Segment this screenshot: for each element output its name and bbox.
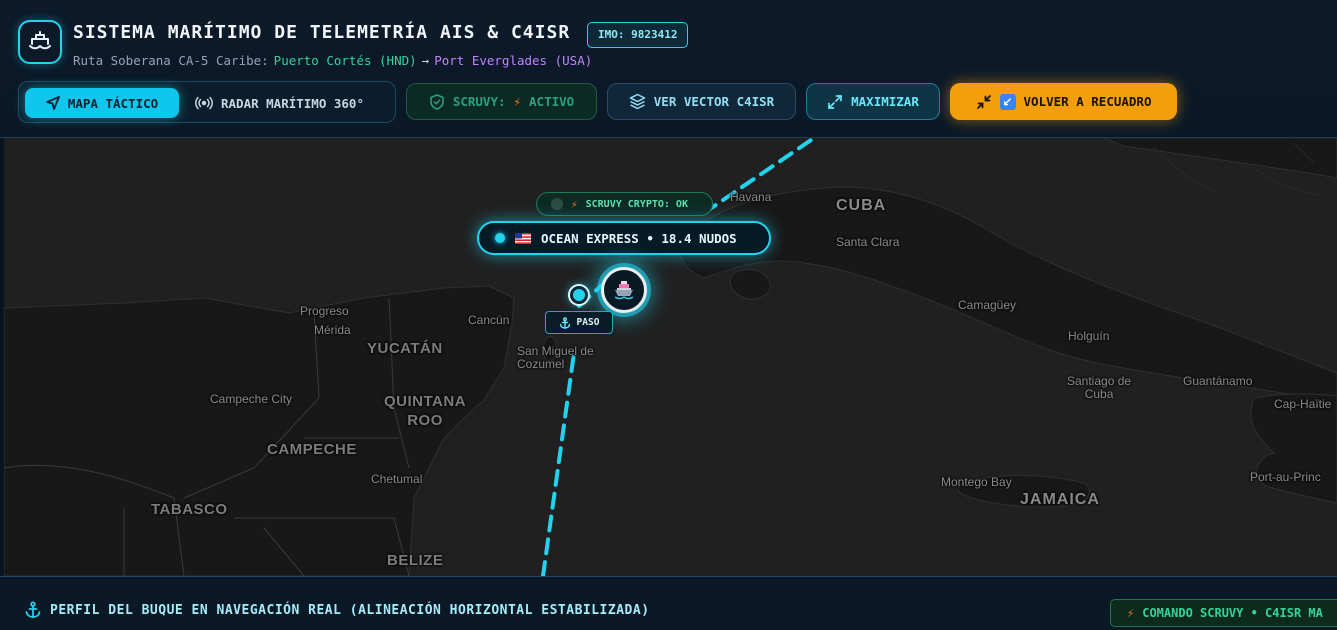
radar-signal-icon <box>195 96 213 110</box>
map-label-guantanamo: Guantánamo <box>1183 374 1253 388</box>
waypoint-tag: PASO <box>545 311 613 334</box>
map-label-chetumal: Chetumal <box>371 472 423 486</box>
map-label-havana: Havana <box>730 190 772 204</box>
command-badge: ⚡ COMANDO SCRUVY • C4ISR MA <box>1110 599 1337 627</box>
view-tabs: MAPA TÁCTICO RADAR MARÍTIMO 360° <box>18 81 396 123</box>
recenter-label: VOLVER A RECUADRO <box>1023 94 1152 109</box>
bolt-icon: ⚡ <box>1127 606 1135 620</box>
map-label-san-miguel: San Miguel de Cozumel <box>517 344 594 371</box>
route-destination: Port Everglades (USA) <box>434 53 593 68</box>
route-info: Ruta Soberana CA-5 Caribe: Puerto Cortés… <box>73 53 592 68</box>
layers-icon <box>629 93 646 110</box>
bolt-icon: ⚡ <box>571 197 578 211</box>
recenter-button[interactable]: ↙ VOLVER A RECUADRO <box>950 83 1177 120</box>
map-label-jamaica: JAMAICA <box>1020 491 1100 508</box>
anchor-icon <box>25 601 41 618</box>
view-vector-label: VER VECTOR C4ISR <box>653 94 775 109</box>
map-label-santiago: Santiago de Cuba <box>1067 374 1132 401</box>
waypoint-marker[interactable] <box>570 286 588 304</box>
maximize-label: MAXIMIZAR <box>851 94 919 109</box>
route-origin: Puerto Cortés (HND) <box>273 53 417 68</box>
vessel-info-pill[interactable]: OCEAN EXPRESS • 18.4 NUDOS <box>477 221 771 255</box>
tab-map-tactico[interactable]: MAPA TÁCTICO <box>25 88 179 118</box>
vessel-profile-title-text: PERFIL DEL BUQUE EN NAVEGACIÓN REAL (ALI… <box>50 602 650 618</box>
map-label-holguin: Holguín <box>1068 329 1110 343</box>
collapse-icon <box>976 94 991 109</box>
map-label-belize: BELIZE <box>387 552 444 569</box>
view-vector-button[interactable]: VER VECTOR C4ISR <box>607 83 796 120</box>
scruvy-status-button[interactable]: SCRUVY: ⚡ ACTIVO <box>406 83 597 120</box>
map-label-campeche: CAMPECHE <box>267 441 357 458</box>
vessel-profile-title: PERFIL DEL BUQUE EN NAVEGACIÓN REAL (ALI… <box>24 601 650 619</box>
status-dot <box>551 198 563 210</box>
map-label-campeche-city: Campeche City <box>210 392 293 406</box>
tab-map-label: MAPA TÁCTICO <box>67 95 159 111</box>
crypto-status-pill: ⚡ SCRUVY CRYPTO: OK <box>536 192 713 216</box>
waypoint-label: PASO <box>576 317 600 328</box>
map-label-tabasco: TABASCO <box>151 501 228 518</box>
map-label-cap-haitien: Cap-Haïtie <box>1274 397 1332 411</box>
tab-radar-label: RADAR MARÍTIMO 360° <box>221 95 364 111</box>
tab-radar[interactable]: RADAR MARÍTIMO 360° <box>191 88 389 118</box>
scruvy-status: ACTIVO <box>529 94 575 109</box>
ship-marker-icon[interactable] <box>601 267 647 313</box>
map-label-cancun: Cancún <box>468 313 510 327</box>
vessel-label: OCEAN EXPRESS • 18.4 NUDOS <box>541 230 737 246</box>
crypto-status-label: SCRUVY CRYPTO: OK <box>585 198 688 210</box>
map-label-merida: Mérida <box>314 323 351 337</box>
vessel-status-dot <box>495 233 505 243</box>
maximize-button[interactable]: MAXIMIZAR <box>806 83 940 120</box>
navigation-arrow-icon <box>45 96 60 110</box>
ship-logo-icon <box>18 20 62 64</box>
map-label-santa-clara: Santa Clara <box>836 235 900 249</box>
map-label-cuba: CUBA <box>836 197 887 214</box>
vessel-profile-panel: PERFIL DEL BUQUE EN NAVEGACIÓN REAL (ALI… <box>0 576 1337 630</box>
map-label-port-au-prince: Port-au-Princ <box>1250 470 1321 484</box>
shield-icon <box>430 93 444 110</box>
map-label-yucatan: YUCATÁN <box>367 340 443 357</box>
map-label-progreso: Progreso <box>300 304 349 318</box>
route-arrow-icon: → <box>421 53 430 68</box>
map-label-montego-bay: Montego Bay <box>941 475 1012 489</box>
map-label-camaguey: Camagüey <box>958 298 1017 312</box>
us-flag-icon <box>515 232 531 244</box>
command-badge-label: COMANDO SCRUVY • C4ISR MA <box>1142 606 1323 620</box>
imo-badge: IMO: 9823412 <box>587 22 689 48</box>
expand-icon <box>828 94 842 109</box>
route-prefix: Ruta Soberana CA-5 Caribe: <box>73 53 269 68</box>
page-title: SISTEMA MARÍTIMO DE TELEMETRÍA AIS & C4I… <box>73 22 571 43</box>
scruvy-label: SCRUVY: <box>452 94 506 109</box>
anchor-icon <box>559 316 570 329</box>
checkbox-icon: ↙ <box>999 93 1016 110</box>
map-label-quintana-roo: QUINTANA ROO <box>384 393 467 429</box>
bolt-icon: ⚡ <box>513 94 522 109</box>
cargo-ship-icon <box>614 281 634 300</box>
app-header: SISTEMA MARÍTIMO DE TELEMETRÍA AIS & C4I… <box>0 0 1337 138</box>
